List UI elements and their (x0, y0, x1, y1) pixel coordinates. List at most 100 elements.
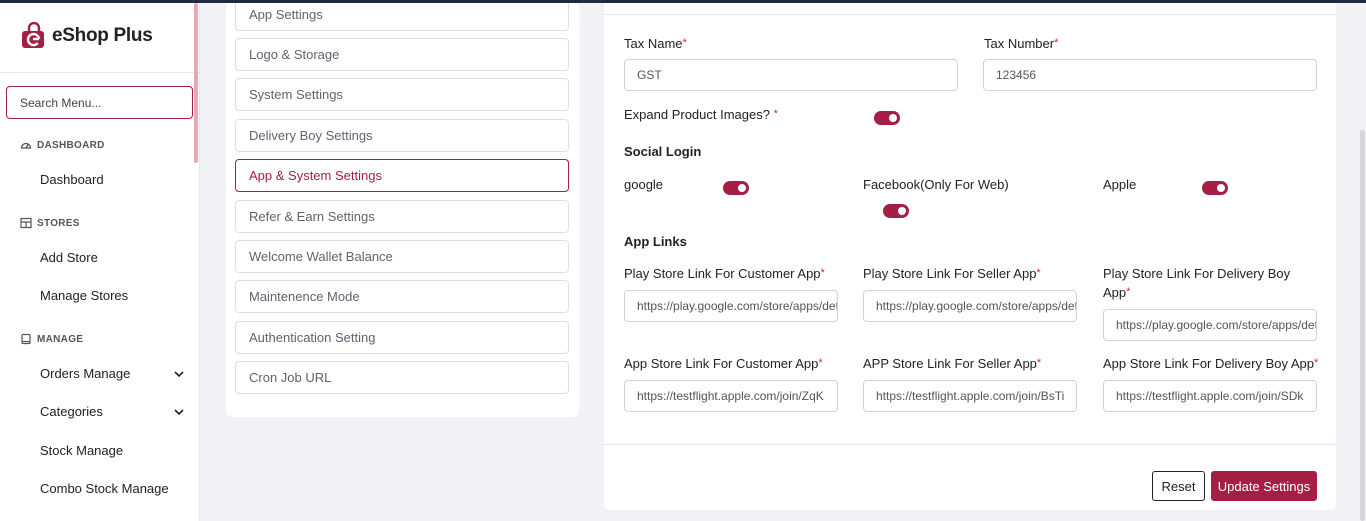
settings-menu-item-cron-job-url[interactable]: Cron Job URL (235, 361, 569, 394)
settings-menu-item-authentication-setting[interactable]: Authentication Setting (235, 321, 569, 354)
reset-button[interactable]: Reset (1152, 471, 1205, 501)
facebook-login-label: Facebook(Only For Web) (863, 177, 1009, 192)
section-dashboard: DASHBOARD (20, 139, 105, 151)
page-scrollbar[interactable] (1360, 130, 1365, 521)
sidebar-item-dashboard[interactable]: Dashboard (40, 172, 185, 187)
tax-number-label: Tax Number* (984, 34, 1058, 53)
settings-menu-item-logo-storage[interactable]: Logo & Storage (235, 38, 569, 71)
settings-menu-item-delivery-boy-settings[interactable]: Delivery Boy Settings (235, 119, 569, 152)
play-store-delivery-label: Play Store Link For Delivery Boy App* (1103, 264, 1303, 302)
menu-item-label: System Settings (249, 87, 343, 102)
top-bar (0, 0, 1366, 3)
search-menu-input[interactable] (6, 86, 193, 119)
sidebar-item-stock-manage[interactable]: Stock Manage (40, 443, 185, 458)
brand[interactable]: eShop Plus (0, 0, 199, 73)
app-links-heading: App Links (624, 234, 687, 249)
label-text: Play Store Link For Delivery Boy App (1103, 266, 1291, 300)
required-marker: * (682, 37, 687, 49)
label-text: Tax Number (984, 36, 1055, 51)
label-text: Play Store Link For Seller App (863, 266, 1037, 281)
app-store-delivery-input[interactable]: https://testflight.apple.com/join/SDk (1103, 380, 1317, 412)
sidebar-item-label: Add Store (40, 250, 98, 265)
play-store-customer-input[interactable]: https://play.google.com/store/apps/detai… (624, 290, 838, 322)
section-stores: STORES (20, 217, 80, 229)
google-login-toggle[interactable] (723, 181, 749, 195)
app-store-customer-label: App Store Link For Customer App* (624, 354, 844, 373)
sidebar-item-orders-manage[interactable]: Orders Manage (40, 366, 185, 381)
required-marker: * (820, 267, 825, 279)
sidebar-item-label: Dashboard (40, 172, 104, 187)
toggle-knob (889, 114, 897, 122)
required-marker: * (818, 357, 823, 369)
brand-name: eShop Plus (52, 25, 153, 46)
sidebar-item-add-store[interactable]: Add Store (40, 250, 185, 265)
required-marker: * (1314, 357, 1319, 369)
expand-product-images-label: Expand Product Images? * (624, 105, 778, 124)
divider (604, 14, 1336, 15)
settings-menu-item-system-settings[interactable]: System Settings (235, 78, 569, 111)
sidebar-item-label: Combo Stock Manage (40, 481, 169, 496)
menu-item-label: Welcome Wallet Balance (249, 249, 393, 264)
required-marker: * (773, 108, 778, 120)
chevron-down-icon (174, 408, 184, 415)
toggle-knob (898, 207, 906, 215)
play-store-seller-input[interactable]: https://play.google.com/store/apps/detai… (863, 290, 1077, 322)
expand-product-images-toggle[interactable] (874, 111, 900, 125)
sidebar-item-label: Categories (40, 404, 103, 419)
menu-item-label: Refer & Earn Settings (249, 209, 375, 224)
app-store-seller-label: APP Store Link For Seller App* (863, 354, 1083, 373)
sidebar-item-categories[interactable]: Categories (40, 404, 185, 419)
menu-item-label: App Settings (249, 7, 323, 22)
sidebar: eShop Plus DASHBOARD Dashboard STORES Ad… (0, 0, 200, 521)
menu-item-label: App & System Settings (249, 168, 382, 183)
tax-name-input[interactable]: GST (624, 59, 958, 91)
update-settings-button[interactable]: Update Settings (1211, 471, 1317, 501)
required-marker: * (1126, 286, 1131, 298)
label-text: Expand Product Images? (624, 107, 774, 122)
sidebar-item-manage-stores[interactable]: Manage Stores (40, 288, 185, 303)
play-store-delivery-input[interactable]: https://play.google.com/store/apps/detai… (1103, 309, 1317, 341)
menu-item-label: Cron Job URL (249, 370, 332, 385)
settings-menu-item-welcome-wallet-balance[interactable]: Welcome Wallet Balance (235, 240, 569, 273)
section-label: STORES (37, 217, 80, 229)
menu-item-label: Maintenence Mode (249, 289, 360, 304)
apple-login-toggle[interactable] (1202, 181, 1228, 195)
sidebar-item-label: Manage Stores (40, 288, 129, 303)
store-icon (20, 217, 32, 229)
sidebar-item-combo-stock-manage[interactable]: Combo Stock Manage (40, 481, 185, 496)
shopping-bag-logo-icon (22, 22, 44, 48)
settings-menu: App Settings Logo & Storage System Setti… (226, 0, 579, 417)
sidebar-scrollbar[interactable] (194, 3, 198, 163)
settings-menu-item-app-system-settings[interactable]: App & System Settings (235, 159, 569, 192)
required-marker: * (1036, 357, 1042, 369)
label-text: App Store Link For Delivery Boy App (1103, 356, 1314, 371)
app-store-delivery-label: App Store Link For Delivery Boy App* (1103, 354, 1328, 373)
toggle-knob (1217, 184, 1225, 192)
tax-number-input[interactable]: 123456 (983, 59, 1317, 91)
app-store-customer-input[interactable]: https://testflight.apple.com/join/ZqK (624, 380, 838, 412)
required-marker: * (1036, 267, 1041, 279)
label-text: Play Store Link For Customer App (624, 266, 821, 281)
play-store-seller-label: Play Store Link For Seller App* (863, 264, 1083, 283)
menu-item-label: Authentication Setting (249, 330, 376, 345)
facebook-login-toggle[interactable] (883, 204, 909, 218)
label-text: APP Store Link For Seller App (863, 356, 1037, 371)
menu-item-label: Delivery Boy Settings (249, 128, 373, 143)
social-login-heading: Social Login (624, 144, 702, 159)
settings-menu-item-app-settings[interactable]: App Settings (235, 0, 569, 31)
tax-name-label: Tax Name* (624, 34, 687, 53)
play-store-customer-label: Play Store Link For Customer App* (624, 264, 844, 283)
google-login-label: google (624, 177, 664, 192)
app-system-settings-form: Tax Name* GST Tax Number* 123456 Expand … (604, 0, 1336, 510)
section-label: MANAGE (37, 333, 84, 345)
required-marker: * (1054, 37, 1059, 49)
toggle-knob (738, 184, 746, 192)
book-icon (21, 333, 31, 345)
chevron-down-icon (174, 370, 184, 377)
menu-item-label: Logo & Storage (249, 47, 340, 62)
label-text: Tax Name (624, 36, 683, 51)
settings-menu-item-maintenance-mode[interactable]: Maintenence Mode (235, 280, 569, 313)
label-text: App Store Link For Customer App (624, 356, 819, 371)
settings-menu-item-refer-earn-settings[interactable]: Refer & Earn Settings (235, 200, 569, 233)
app-store-seller-input[interactable]: https://testflight.apple.com/join/BsTi (863, 380, 1077, 412)
